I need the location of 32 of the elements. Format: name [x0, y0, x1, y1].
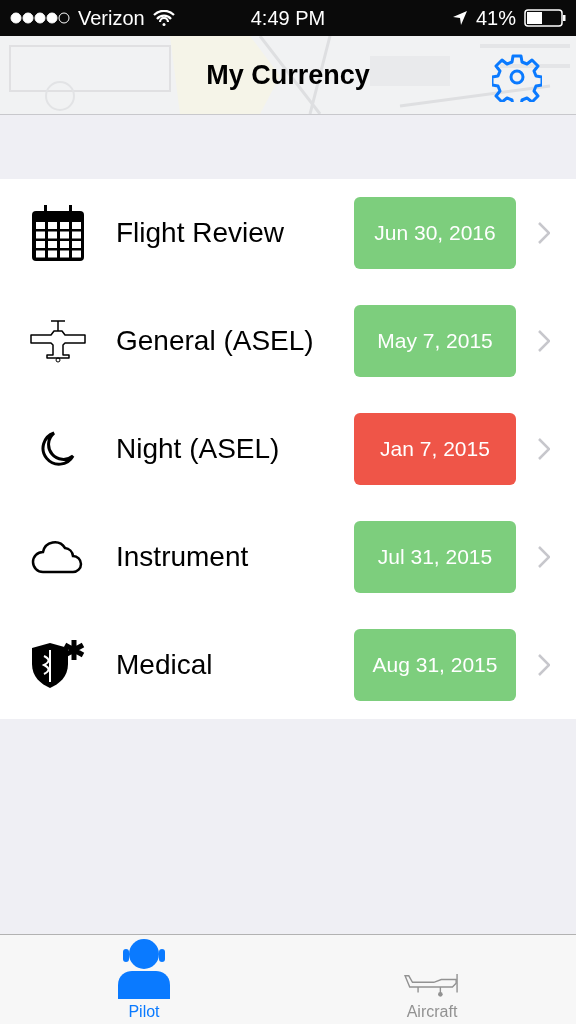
wifi-icon: [152, 10, 175, 26]
expiry-date: Jan 7, 2015: [354, 413, 516, 485]
location-arrow-icon: [451, 10, 468, 26]
expiry-date: Jun 30, 2016: [354, 197, 516, 269]
currency-label: Night (ASEL): [116, 433, 281, 465]
battery-icon: [524, 9, 566, 27]
currency-label: Medical: [116, 649, 214, 681]
tab-button[interactable]: Pilot: [0, 935, 288, 1024]
battery-percent: 41%: [475, 6, 516, 30]
medical-shield-icon: [30, 640, 86, 690]
currency-label: General (ASEL): [116, 325, 315, 357]
moon-icon: [40, 430, 76, 468]
chevron-icon[interactable]: [538, 438, 550, 460]
signal-icon: [10, 12, 70, 24]
pilot-headset-icon: [116, 937, 172, 999]
settings-icon[interactable]: [492, 52, 542, 102]
calendar-icon: [30, 203, 86, 263]
carrier-name: Verizon: [78, 6, 145, 30]
expiry-date: May 7, 2015: [354, 305, 516, 377]
currency-label: Flight Review: [116, 217, 286, 249]
cloud-icon: [31, 540, 85, 574]
expiry-date: Jul 31, 2015: [354, 521, 516, 593]
tab-button[interactable]: Aircraft: [288, 935, 576, 1024]
chevron-icon[interactable]: [538, 330, 550, 352]
clock-time: 4:49 PM: [250, 6, 326, 30]
chevron-icon[interactable]: [538, 654, 550, 676]
airplane-icon: [29, 319, 87, 363]
currency-label: Instrument: [116, 541, 250, 573]
expiry-date: Aug 31, 2015: [354, 629, 516, 701]
screen-title: My Currency: [206, 59, 370, 91]
chevron-icon[interactable]: [538, 546, 550, 568]
chevron-icon[interactable]: [538, 222, 550, 244]
